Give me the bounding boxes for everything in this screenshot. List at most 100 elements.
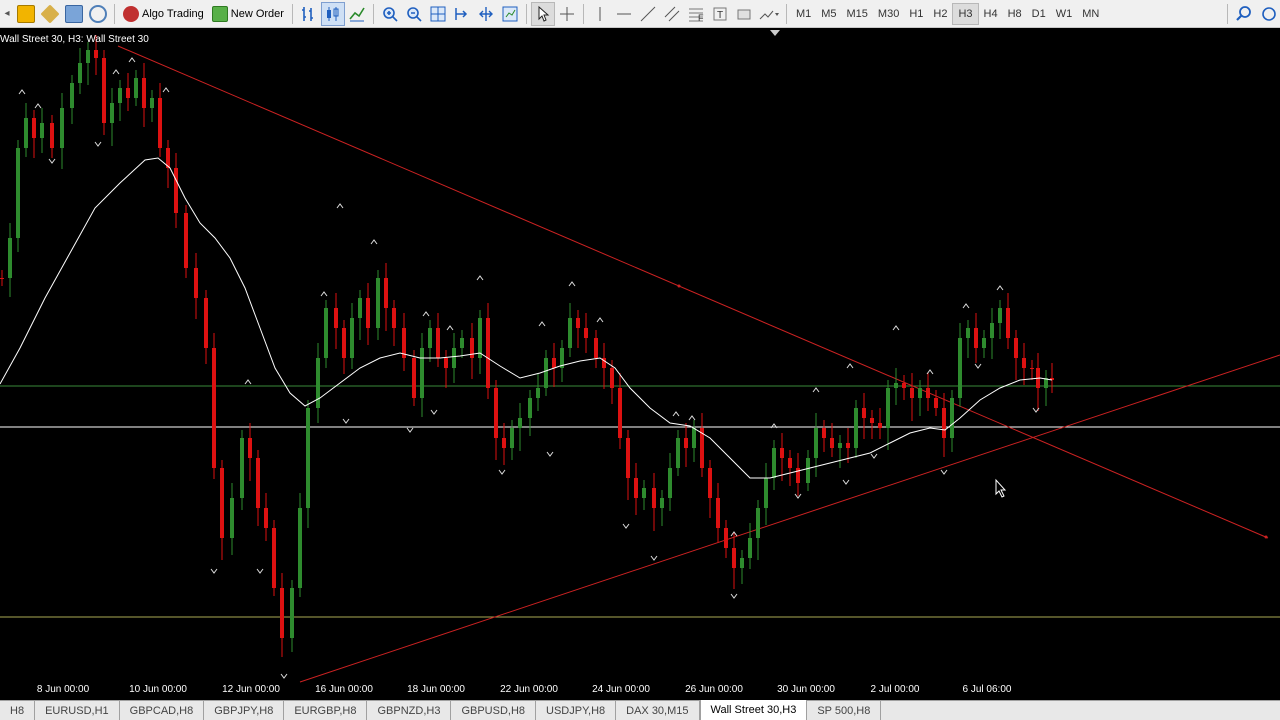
fractal-arrow — [162, 87, 170, 93]
algo-trading-button[interactable]: Algo Trading — [119, 2, 208, 26]
chart-tab[interactable]: EURUSD,H1 — [35, 701, 120, 720]
candle-body — [0, 278, 4, 279]
chart-tab[interactable]: EURGBP,H8 — [284, 701, 368, 720]
candle-body — [618, 388, 622, 438]
autoscroll-icon[interactable] — [474, 2, 498, 26]
timeframe-h2[interactable]: H2 — [928, 3, 952, 25]
candle-body — [184, 213, 188, 268]
candle-body — [32, 118, 36, 138]
chart-symbol-label: Wall Street 30, H3: Wall Street 30 — [0, 34, 149, 45]
timeframe-w1[interactable]: W1 — [1051, 3, 1078, 25]
fractal-arrow — [974, 363, 982, 369]
cursor-icon[interactable] — [530, 1, 555, 26]
fibonacci-icon[interactable]: F — [684, 2, 708, 26]
chart-tab[interactable]: GBPUSD,H8 — [451, 701, 537, 720]
timeframe-m1[interactable]: M1 — [791, 3, 816, 25]
timeframe-d1[interactable]: D1 — [1027, 3, 1051, 25]
fractal-arrow — [336, 203, 344, 209]
fractal-arrow — [870, 453, 878, 459]
chart-canvas[interactable] — [0, 28, 1280, 700]
candle-body — [350, 318, 354, 358]
trendline-ascending — [299, 354, 1280, 683]
time-axis-label: 18 Jun 00:00 — [407, 684, 465, 695]
templates-icon[interactable] — [498, 2, 522, 26]
line-chart-icon[interactable] — [345, 2, 369, 26]
candle-body — [518, 418, 522, 428]
timeframe-h8[interactable]: H8 — [1003, 3, 1027, 25]
label-tool-icon[interactable] — [732, 2, 756, 26]
chart-tab[interactable]: GBPCAD,H8 — [120, 701, 205, 720]
candle-body — [676, 438, 680, 468]
chart-tab[interactable]: USDJPY,H8 — [536, 701, 617, 720]
chart-tab[interactable]: DAX 30,M15 — [616, 701, 700, 720]
chart-tab[interactable]: GBPJPY,H8 — [204, 701, 285, 720]
timeframe-mn[interactable]: MN — [1077, 3, 1104, 25]
candle-body — [118, 88, 122, 103]
candle-body — [126, 88, 130, 98]
time-axis-label: 16 Jun 00:00 — [315, 684, 373, 695]
candle-body — [102, 58, 106, 123]
timeframe-m5[interactable]: M5 — [816, 3, 841, 25]
new-order-button[interactable]: New Order — [208, 2, 288, 26]
candle-body — [220, 468, 224, 538]
profiles-icon[interactable] — [14, 2, 38, 26]
candlestick-icon[interactable] — [320, 1, 345, 26]
text-tool-icon[interactable]: T — [708, 2, 732, 26]
candle-body — [478, 318, 482, 358]
candle-body — [334, 308, 338, 328]
channels-icon[interactable] — [660, 2, 684, 26]
candle-body — [174, 168, 178, 213]
candle-body — [150, 98, 154, 108]
candle-body — [652, 488, 656, 508]
shapes-dropdown-icon[interactable] — [756, 2, 782, 26]
timeframe-icon-button[interactable]: ◂ — [0, 2, 14, 26]
candle-body — [576, 318, 580, 328]
chart-tab[interactable]: H8 — [0, 701, 36, 720]
candle-body — [502, 438, 506, 448]
chart-tab[interactable]: GBPNZD,H3 — [367, 701, 452, 720]
candle-body — [528, 398, 532, 418]
chat-icon[interactable] — [1256, 2, 1280, 26]
fractal-arrow — [568, 281, 576, 287]
candle-body — [756, 508, 760, 538]
time-axis-label: 26 Jun 00:00 — [685, 684, 743, 695]
signals-icon[interactable] — [86, 2, 110, 26]
svg-text:T: T — [717, 10, 723, 21]
candle-body — [194, 268, 198, 298]
candle-body — [910, 388, 914, 398]
timeframe-h1[interactable]: H1 — [904, 3, 928, 25]
candle-body — [24, 118, 28, 148]
candle-body — [902, 383, 906, 388]
navigator-icon[interactable] — [62, 2, 86, 26]
bar-chart-icon[interactable] — [297, 2, 321, 26]
candle-body — [8, 238, 12, 278]
zoom-out-icon[interactable] — [402, 2, 426, 26]
tile-windows-icon[interactable] — [426, 2, 450, 26]
timeframe-m15[interactable]: M15 — [842, 3, 873, 25]
candle-body — [862, 408, 866, 418]
toolbar-separator — [582, 3, 584, 24]
horizontal-line-icon[interactable] — [612, 2, 636, 26]
crosshair-icon[interactable] — [555, 2, 579, 26]
candle-body — [78, 63, 82, 83]
chart-tab[interactable]: Wall Street 30,H3 — [699, 700, 808, 720]
candle-body — [998, 308, 1002, 323]
candle-body — [732, 548, 736, 568]
chart-tab[interactable]: SP 500,H8 — [807, 701, 882, 720]
timeframe-h3[interactable]: H3 — [952, 2, 979, 25]
chart-shift-icon[interactable] — [450, 2, 474, 26]
price-chart[interactable]: Wall Street 30, H3: Wall Street 30 8 Jun… — [0, 28, 1280, 700]
search-icon[interactable] — [1232, 2, 1256, 26]
candle-body — [204, 298, 208, 348]
mouse-cursor-icon — [995, 478, 1007, 498]
zoom-in-icon[interactable] — [378, 2, 402, 26]
new-order-icon — [211, 5, 228, 22]
vertical-line-icon[interactable] — [588, 2, 612, 26]
timeframe-h4[interactable]: H4 — [979, 3, 1003, 25]
trendline-icon[interactable] — [636, 2, 660, 26]
candle-body — [230, 498, 234, 538]
candle-body — [544, 358, 548, 388]
candle-body — [40, 123, 44, 138]
tag-icon[interactable] — [38, 2, 62, 26]
timeframe-m30[interactable]: M30 — [873, 3, 904, 25]
